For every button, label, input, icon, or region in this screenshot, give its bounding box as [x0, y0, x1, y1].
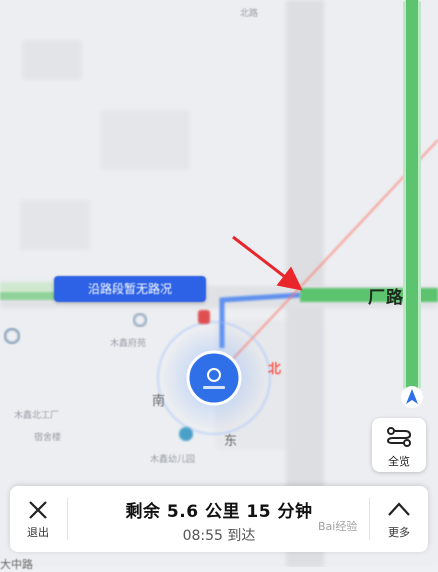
map-label: 东: [224, 434, 238, 449]
map-label: 木鑫北工厂: [14, 411, 60, 421]
overview-label: 全览: [388, 455, 410, 468]
map-label: 木鑫幼儿园: [150, 455, 196, 465]
close-icon: [29, 501, 47, 519]
chevron-up-icon: [388, 502, 410, 516]
map-label: 木鑫府苑: [110, 339, 147, 349]
map-label: 北路: [240, 9, 259, 19]
route-status-banner: 沿路段暂无路况: [54, 276, 206, 302]
exit-label: 退出: [27, 526, 49, 539]
more-label: 更多: [388, 526, 410, 539]
map-label: 大中路: [0, 558, 33, 571]
watermark: Bai经验: [318, 520, 358, 533]
route-overview-icon: [386, 427, 412, 447]
more-button[interactable]: 更多: [370, 486, 428, 552]
map-label: 南: [152, 394, 166, 409]
map-label: 宿舍楼: [34, 433, 62, 443]
current-road-name: 厂路: [368, 288, 404, 308]
navigation-bottom-bar: 退出 剩余 5.6 公里 15 分钟 08:55 到达 更多: [10, 486, 428, 552]
exit-button[interactable]: 退出: [10, 486, 66, 552]
poi-icon: [179, 427, 193, 441]
compass-north-label: 北: [268, 362, 282, 377]
poi-icon: [198, 310, 210, 324]
divider: [67, 498, 68, 540]
overview-button[interactable]: 全览: [372, 418, 426, 472]
